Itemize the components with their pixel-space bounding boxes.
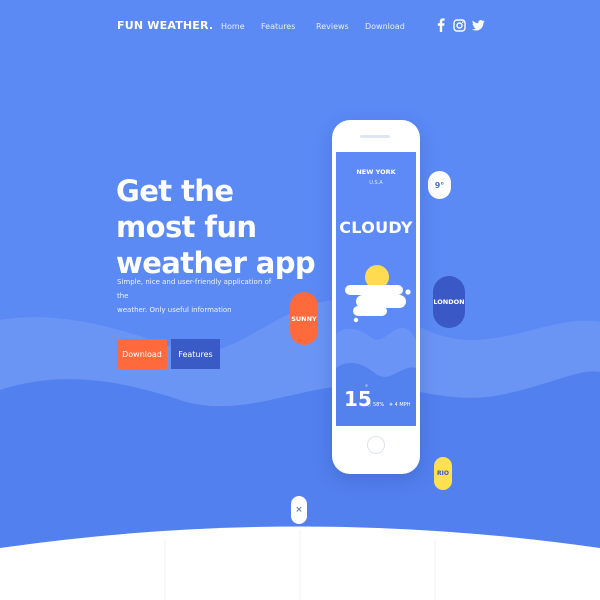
twitter-icon[interactable] bbox=[471, 18, 485, 32]
download-button[interactable]: Download bbox=[117, 339, 167, 369]
nav-download[interactable]: Download bbox=[365, 22, 405, 31]
hero-headline-line1: Get the most fun bbox=[116, 174, 257, 244]
hero-description-line2: weather. Only useful information bbox=[117, 306, 232, 314]
page: FUN WEATHER. Home Features Reviews Downl… bbox=[0, 0, 600, 600]
phone-speaker bbox=[360, 135, 390, 138]
instagram-icon[interactable] bbox=[452, 18, 466, 32]
brand-logo[interactable]: FUN WEATHER. bbox=[117, 19, 213, 32]
temperature-bubble: 9° bbox=[428, 171, 451, 199]
sunny-bubble[interactable]: SUNNY bbox=[290, 292, 318, 345]
features-button[interactable]: Features bbox=[171, 339, 220, 369]
hero-description-line1: Simple, nice and user-friendly applicati… bbox=[117, 278, 272, 300]
hero-headline: Get the most fun weather app bbox=[116, 173, 316, 281]
phone-mockup: NEW YORK U.S.A CLOUDY 15 ° ◌ 58% ✈ 4 MPH bbox=[332, 120, 420, 474]
weather-stats: ◌ 58% ✈ 4 MPH bbox=[367, 402, 411, 408]
scroll-down-button[interactable]: × bbox=[291, 496, 307, 524]
cloud-icon bbox=[345, 285, 411, 323]
nav-reviews[interactable]: Reviews bbox=[316, 22, 349, 31]
phone-screen: NEW YORK U.S.A CLOUDY 15 ° ◌ 58% ✈ 4 MPH bbox=[336, 152, 416, 426]
phone-home-button bbox=[367, 436, 385, 454]
london-bubble[interactable]: LONDON bbox=[433, 276, 465, 328]
nav-features[interactable]: Features bbox=[261, 22, 295, 31]
nav-home[interactable]: Home bbox=[221, 22, 245, 31]
wind-value: 4 MPH bbox=[394, 402, 411, 408]
phone-illustration bbox=[336, 265, 416, 426]
wind-icon: ✈ bbox=[385, 402, 395, 408]
close-icon: × bbox=[295, 505, 303, 515]
rio-bubble[interactable]: RIO bbox=[434, 457, 452, 490]
humidity-value: 58% bbox=[372, 402, 385, 408]
hero-description: Simple, nice and user-friendly applicati… bbox=[117, 275, 277, 317]
facebook-icon[interactable] bbox=[434, 18, 448, 32]
degree-symbol: ° bbox=[365, 384, 368, 391]
